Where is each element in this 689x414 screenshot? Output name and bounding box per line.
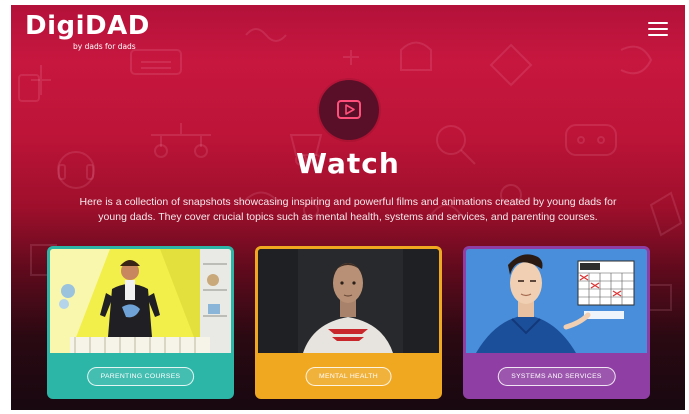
hamburger-menu-icon[interactable] [648,22,668,36]
logo-wordmark: DigiDAD [25,11,150,41]
card-systems-and-services[interactable]: SYSTEMS AND SERVICES [463,246,650,399]
menu-bar [648,34,668,36]
mental-health-button[interactable]: MENTAL HEALTH [305,367,392,386]
page-frame: DigiDAD by dads for dads Watch Here is a… [11,5,685,410]
logo-tagline: by dads for dads [73,42,136,51]
logo[interactable]: DigiDAD by dads for dads [25,11,175,57]
parenting-courses-thumbnail[interactable] [50,249,231,353]
menu-bar [648,22,668,24]
card-mental-health[interactable]: MENTAL HEALTH [255,246,442,399]
systems-and-services-button[interactable]: SYSTEMS AND SERVICES [497,367,616,386]
page-title: Watch [296,147,400,180]
systems-and-services-thumbnail[interactable] [466,249,647,353]
menu-bar [648,28,668,30]
card-parenting-courses[interactable]: PARENTING COURSES [47,246,234,399]
play-button-icon[interactable] [319,80,379,140]
play-icon-graphic [337,100,361,119]
intro-text: Here is a collection of snapshots showca… [79,196,617,223]
mental-health-thumbnail[interactable] [258,249,439,353]
parenting-courses-button[interactable]: PARENTING COURSES [86,367,195,386]
